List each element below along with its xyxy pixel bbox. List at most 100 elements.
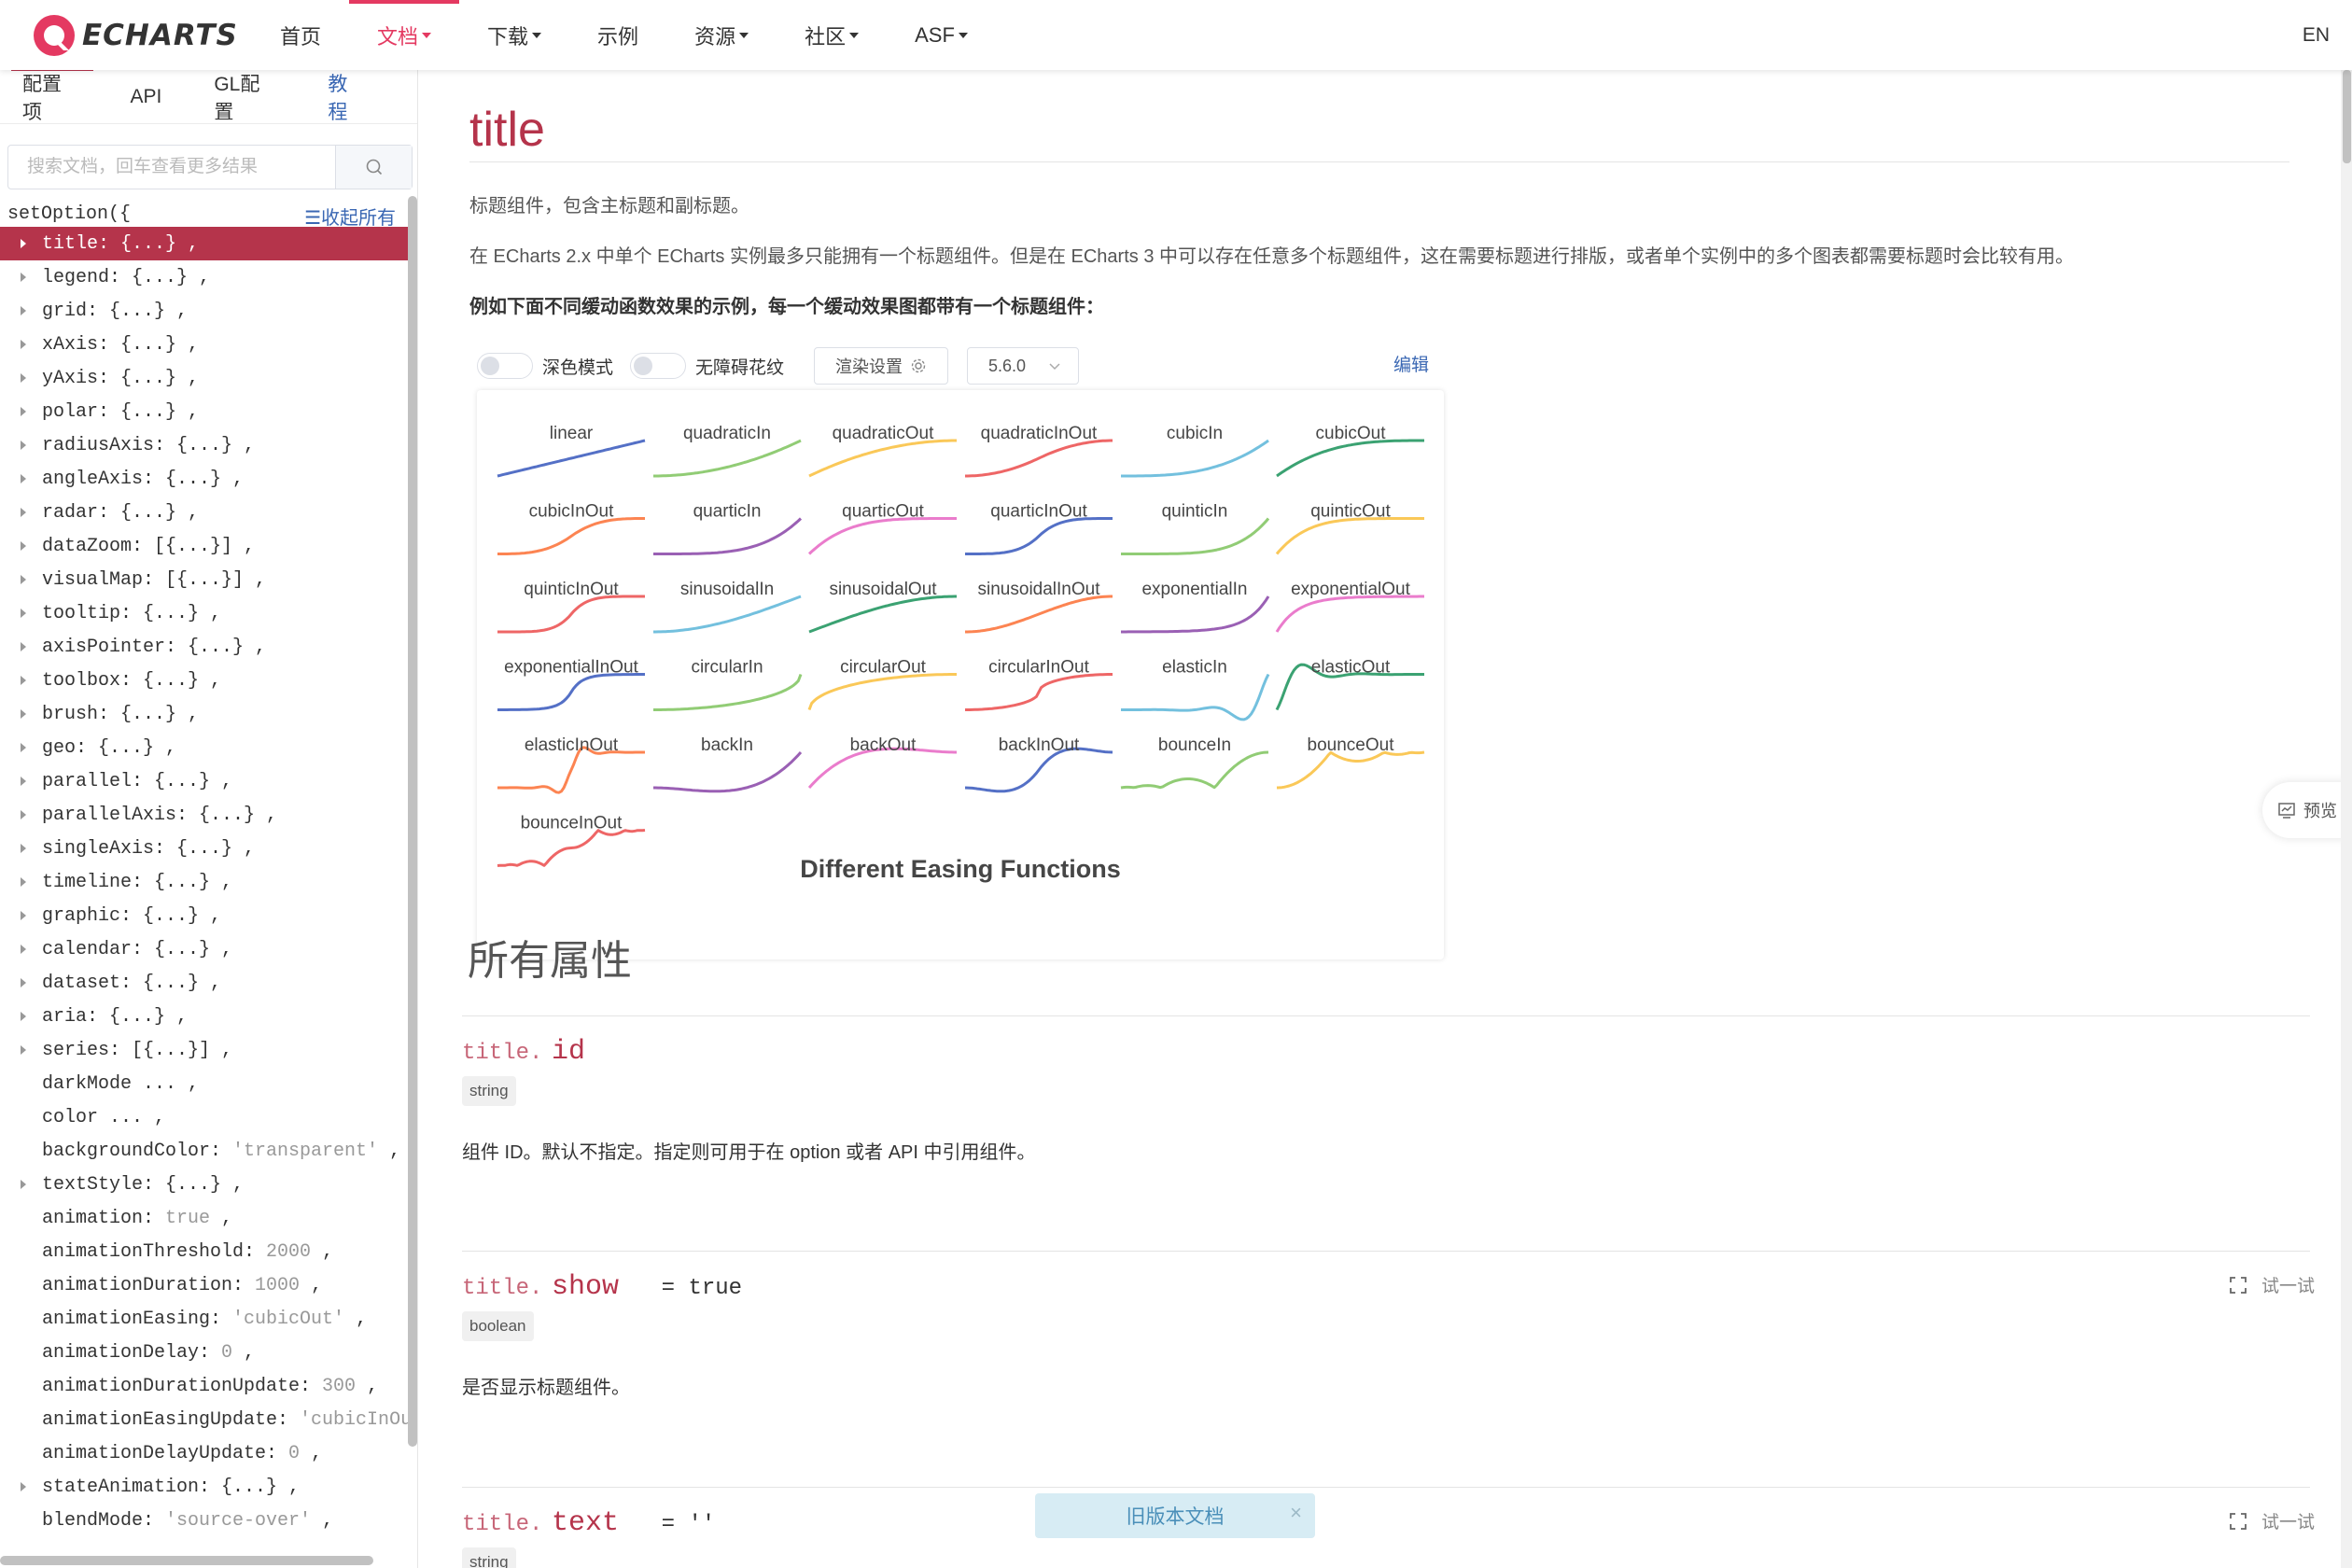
tree-item[interactable]: animationDurationUpdate: 300,: [0, 1369, 411, 1403]
expand-arrow-icon[interactable]: [21, 441, 26, 450]
render-settings-button[interactable]: 渲染设置: [814, 347, 949, 385]
search-input[interactable]: [8, 146, 335, 189]
echarts-logo[interactable]: ECHARTS: [32, 13, 238, 58]
tree-item-suffix: {...} ,: [109, 300, 189, 322]
tree-item[interactable]: visualMap: [{...}] ,: [0, 563, 411, 596]
page-scrollbar-track[interactable]: [2341, 70, 2352, 1568]
sidebar-scrollbar-vertical[interactable]: [408, 196, 417, 1447]
expand-arrow-icon[interactable]: [21, 642, 26, 651]
expand-arrow-icon[interactable]: [21, 508, 26, 517]
tree-item[interactable]: parallelAxis: {...} ,: [0, 798, 411, 832]
tree-item[interactable]: animationThreshold: 2000,: [0, 1235, 411, 1268]
tree-item[interactable]: series: [{...}] ,: [0, 1033, 411, 1067]
expand-arrow-icon[interactable]: [21, 407, 26, 416]
tree-item[interactable]: stateAnimation: {...} ,: [0, 1470, 411, 1504]
tree-item[interactable]: color ... ,: [0, 1100, 411, 1134]
expand-arrow-icon[interactable]: [21, 709, 26, 719]
easing-label-exponentialIn: exponentialIn: [1141, 580, 1247, 599]
expand-arrow-icon[interactable]: [21, 911, 26, 920]
expand-arrow-icon[interactable]: [21, 575, 26, 584]
tree-item[interactable]: yAxis: {...} ,: [0, 361, 411, 395]
expand-arrow-icon[interactable]: [21, 877, 26, 887]
tree-item[interactable]: calendar: {...} ,: [0, 932, 411, 966]
collapse-all-button[interactable]: ☰收起所有: [304, 203, 396, 230]
expand-arrow-icon[interactable]: [21, 1045, 26, 1055]
tree-item[interactable]: animationEasingUpdate: 'cubicInOut': [0, 1403, 417, 1436]
tree-item[interactable]: axisPointer: {...} ,: [0, 630, 411, 664]
decal-toggle[interactable]: [630, 353, 687, 379]
nav-item[interactable]: 社区: [777, 0, 887, 70]
tree-item[interactable]: radiusAxis: {...} ,: [0, 428, 411, 462]
tree-item[interactable]: animation: true,: [0, 1201, 411, 1235]
tree-item[interactable]: dataZoom: [{...}] ,: [0, 529, 411, 563]
tree-item[interactable]: polar: {...} ,: [0, 395, 411, 428]
tree-item[interactable]: blendMode: 'source-over',: [0, 1504, 411, 1537]
expand-arrow-icon[interactable]: [21, 340, 26, 349]
tree-item[interactable]: darkMode ... ,: [0, 1067, 411, 1100]
expand-arrow-icon[interactable]: [21, 474, 26, 483]
expand-arrow-icon[interactable]: [21, 978, 26, 987]
tree-item[interactable]: legend: {...} ,: [0, 260, 411, 294]
page-scrollbar-thumb[interactable]: [2343, 70, 2351, 163]
tree-item[interactable]: singleAxis: {...} ,: [0, 832, 411, 865]
nav-item[interactable]: 资源: [666, 0, 777, 70]
tab-api[interactable]: API: [130, 86, 161, 108]
tree-item[interactable]: geo: {...} ,: [0, 731, 411, 764]
expand-arrow-icon[interactable]: [21, 676, 26, 685]
expand-arrow-icon[interactable]: [21, 609, 26, 618]
tree-item[interactable]: parallel: {...} ,: [0, 764, 411, 798]
tree-item-suffix: {...} ,: [143, 972, 222, 994]
close-icon[interactable]: ×: [1290, 1501, 1302, 1525]
tree-item[interactable]: angleAxis: {...} ,: [0, 462, 411, 496]
dark-mode-toggle[interactable]: [477, 353, 533, 379]
easing-label-exponentialOut: exponentialOut: [1291, 580, 1411, 599]
nav-item[interactable]: ASF: [887, 0, 996, 70]
tree-item[interactable]: backgroundColor: 'transparent',: [0, 1134, 411, 1168]
tree-item[interactable]: graphic: {...} ,: [0, 899, 411, 932]
tree-item[interactable]: textStyle: {...} ,: [0, 1168, 411, 1201]
tree-item[interactable]: toolbox: {...} ,: [0, 664, 411, 697]
tree-item[interactable]: animationDuration: 1000,: [0, 1268, 411, 1302]
tree-item[interactable]: dataset: {...} ,: [0, 966, 411, 1000]
tab-option[interactable]: 配置项: [22, 70, 77, 125]
tree-item[interactable]: animationEasing: 'cubicOut',: [0, 1302, 411, 1336]
expand-arrow-icon[interactable]: [21, 273, 26, 282]
expand-arrow-icon[interactable]: [21, 945, 26, 954]
expand-arrow-icon[interactable]: [21, 1482, 26, 1491]
try-it-button-text[interactable]: 试一试: [2228, 1508, 2315, 1533]
expand-arrow-icon[interactable]: [21, 239, 26, 248]
old-version-docs-banner[interactable]: 旧版本文档 ×: [1035, 1493, 1315, 1538]
try-it-button-show[interactable]: 试一试: [2228, 1272, 2315, 1297]
language-switch[interactable]: EN: [2303, 0, 2330, 70]
tree-item[interactable]: timeline: {...} ,: [0, 865, 411, 899]
expand-arrow-icon[interactable]: [21, 844, 26, 853]
expand-arrow-icon[interactable]: [21, 777, 26, 786]
tree-item[interactable]: grid: {...} ,: [0, 294, 411, 328]
expand-arrow-icon[interactable]: [21, 810, 26, 819]
expand-arrow-icon[interactable]: [21, 1012, 26, 1021]
expand-arrow-icon[interactable]: [21, 743, 26, 752]
nav-item[interactable]: 首页: [252, 0, 349, 70]
expand-arrow-icon[interactable]: [21, 541, 26, 551]
expand-arrow-icon[interactable]: [21, 306, 26, 315]
version-select[interactable]: 5.6.0: [967, 347, 1080, 385]
tab-tutorial[interactable]: 教程: [328, 70, 365, 125]
tab-gl-option[interactable]: GL配置: [214, 70, 275, 125]
tree-item[interactable]: radar: {...} ,: [0, 496, 411, 529]
tree-item[interactable]: animationDelayUpdate: 0,: [0, 1436, 411, 1470]
preview-button[interactable]: 预览: [2262, 782, 2352, 838]
tree-item[interactable]: xAxis: {...} ,: [0, 328, 411, 361]
tree-item[interactable]: brush: {...} ,: [0, 697, 411, 731]
edit-example-link[interactable]: 编辑: [1393, 351, 1429, 376]
expand-arrow-icon[interactable]: [21, 1180, 26, 1189]
nav-item[interactable]: 文档: [349, 0, 460, 70]
tree-item[interactable]: animationDelay: 0,: [0, 1336, 411, 1369]
tree-item[interactable]: aria: {...} ,: [0, 1000, 411, 1033]
search-button[interactable]: [335, 146, 412, 189]
nav-item[interactable]: 下载: [459, 0, 569, 70]
tree-item[interactable]: tooltip: {...} ,: [0, 596, 411, 630]
nav-item[interactable]: 示例: [569, 0, 666, 70]
sidebar-scrollbar-horizontal[interactable]: [0, 1556, 373, 1565]
expand-arrow-icon[interactable]: [21, 373, 26, 383]
tree-item[interactable]: title: {...} ,: [0, 227, 408, 260]
